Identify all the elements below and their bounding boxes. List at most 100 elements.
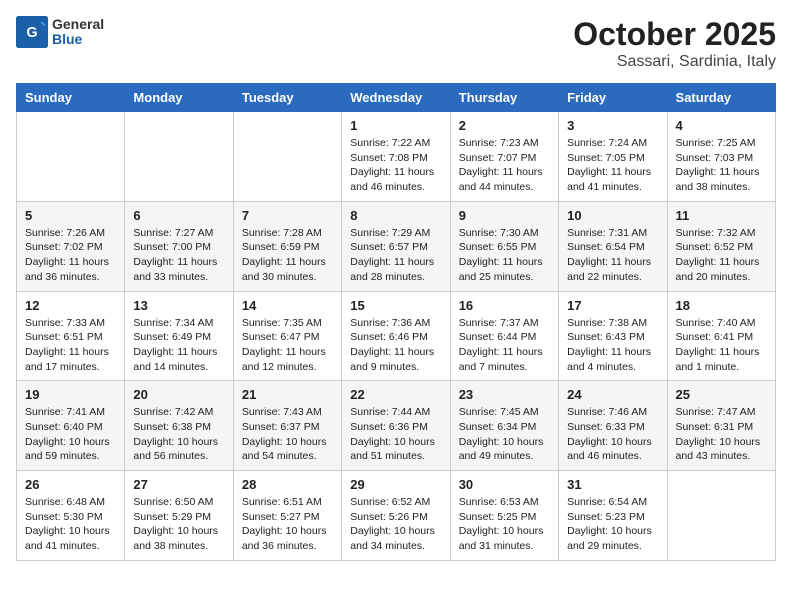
day-info: Sunrise: 7:35 AM Sunset: 6:47 PM Dayligh… (242, 316, 333, 375)
calendar-cell: 19 Sunrise: 7:41 AM Sunset: 6:40 PM Dayli… (17, 381, 125, 471)
day-info: Sunrise: 7:32 AM Sunset: 6:52 PM Dayligh… (676, 226, 767, 285)
day-number: 15 (350, 298, 441, 313)
calendar-cell: 16 Sunrise: 7:37 AM Sunset: 6:44 PM Dayli… (450, 291, 558, 381)
calendar-cell: 23 Sunrise: 7:45 AM Sunset: 6:34 PM Dayli… (450, 381, 558, 471)
day-number: 8 (350, 208, 441, 223)
day-info: Sunrise: 6:51 AM Sunset: 5:27 PM Dayligh… (242, 495, 333, 554)
day-number: 14 (242, 298, 333, 313)
calendar-cell (17, 112, 125, 202)
calendar-cell: 22 Sunrise: 7:44 AM Sunset: 6:36 PM Dayli… (342, 381, 450, 471)
day-header-sunday: Sunday (17, 84, 125, 112)
day-header-friday: Friday (559, 84, 667, 112)
calendar-week-row: 5 Sunrise: 7:26 AM Sunset: 7:02 PM Daylig… (17, 201, 776, 291)
day-number: 7 (242, 208, 333, 223)
day-info: Sunrise: 7:41 AM Sunset: 6:40 PM Dayligh… (25, 405, 116, 464)
calendar-cell: 10Sunrise: 7:31 AM Sunset: 6:54 PM Dayli… (559, 201, 667, 291)
calendar-title: October 2025 (573, 16, 776, 53)
title-block: October 2025 Sassari, Sardinia, Italy (573, 16, 776, 71)
day-info: Sunrise: 7:30 AM Sunset: 6:55 PM Dayligh… (459, 226, 550, 285)
day-number: 28 (242, 477, 333, 492)
calendar-cell: 5 Sunrise: 7:26 AM Sunset: 7:02 PM Daylig… (17, 201, 125, 291)
calendar-cell: 7Sunrise: 7:28 AM Sunset: 6:59 PM Daylig… (233, 201, 341, 291)
calendar-cell (125, 112, 233, 202)
calendar-cell: 15 Sunrise: 7:36 AM Sunset: 6:46 PM Dayli… (342, 291, 450, 381)
calendar-header-row: SundayMondayTuesdayWednesdayThursdayFrid… (17, 84, 776, 112)
calendar-cell: 21Sunrise: 7:43 AM Sunset: 6:37 PM Dayli… (233, 381, 341, 471)
day-header-wednesday: Wednesday (342, 84, 450, 112)
day-info: Sunrise: 7:22 AM Sunset: 7:08 PM Dayligh… (350, 136, 441, 195)
calendar-cell: 13Sunrise: 7:34 AM Sunset: 6:49 PM Dayli… (125, 291, 233, 381)
day-number: 2 (459, 118, 550, 133)
day-number: 22 (350, 387, 441, 402)
calendar-cell: 6 Sunrise: 7:27 AM Sunset: 7:00 PM Daylig… (125, 201, 233, 291)
calendar-cell: 31 Sunrise: 6:54 AM Sunset: 5:23 PM Dayli… (559, 471, 667, 561)
day-number: 13 (133, 298, 224, 313)
day-number: 12 (25, 298, 116, 313)
day-info: Sunrise: 7:26 AM Sunset: 7:02 PM Dayligh… (25, 226, 116, 285)
day-header-monday: Monday (125, 84, 233, 112)
day-info: Sunrise: 7:37 AM Sunset: 6:44 PM Dayligh… (459, 316, 550, 375)
calendar-cell: 3Sunrise: 7:24 AM Sunset: 7:05 PM Daylig… (559, 112, 667, 202)
day-number: 4 (676, 118, 767, 133)
day-number: 29 (350, 477, 441, 492)
day-info: Sunrise: 7:47 AM Sunset: 6:31 PM Dayligh… (676, 405, 767, 464)
calendar-week-row: 19 Sunrise: 7:41 AM Sunset: 6:40 PM Dayli… (17, 381, 776, 471)
day-info: Sunrise: 7:29 AM Sunset: 6:57 PM Dayligh… (350, 226, 441, 285)
day-number: 20 (133, 387, 224, 402)
day-info: Sunrise: 7:36 AM Sunset: 6:46 PM Dayligh… (350, 316, 441, 375)
day-info: Sunrise: 6:50 AM Sunset: 5:29 PM Dayligh… (133, 495, 224, 554)
day-info: Sunrise: 7:45 AM Sunset: 6:34 PM Dayligh… (459, 405, 550, 464)
day-info: Sunrise: 7:46 AM Sunset: 6:33 PM Dayligh… (567, 405, 658, 464)
day-info: Sunrise: 6:48 AM Sunset: 5:30 PM Dayligh… (25, 495, 116, 554)
calendar-cell: 8 Sunrise: 7:29 AM Sunset: 6:57 PM Daylig… (342, 201, 450, 291)
day-number: 3 (567, 118, 658, 133)
calendar-cell: 9 Sunrise: 7:30 AM Sunset: 6:55 PM Daylig… (450, 201, 558, 291)
day-number: 27 (133, 477, 224, 492)
logo-blue: Blue (52, 32, 104, 47)
calendar-cell: 20Sunrise: 7:42 AM Sunset: 6:38 PM Dayli… (125, 381, 233, 471)
calendar-week-row: 26Sunrise: 6:48 AM Sunset: 5:30 PM Dayli… (17, 471, 776, 561)
logo-general: General (52, 17, 104, 32)
day-info: Sunrise: 7:44 AM Sunset: 6:36 PM Dayligh… (350, 405, 441, 464)
day-number: 19 (25, 387, 116, 402)
calendar-subtitle: Sassari, Sardinia, Italy (573, 53, 776, 71)
day-number: 18 (676, 298, 767, 313)
day-number: 5 (25, 208, 116, 223)
calendar-cell: 30 Sunrise: 6:53 AM Sunset: 5:25 PM Dayli… (450, 471, 558, 561)
calendar-cell: 26Sunrise: 6:48 AM Sunset: 5:30 PM Dayli… (17, 471, 125, 561)
calendar-cell: 1Sunrise: 7:22 AM Sunset: 7:08 PM Daylig… (342, 112, 450, 202)
day-info: Sunrise: 6:53 AM Sunset: 5:25 PM Dayligh… (459, 495, 550, 554)
svg-text:G: G (26, 25, 37, 41)
calendar-table: SundayMondayTuesdayWednesdayThursdayFrid… (16, 83, 776, 561)
day-header-tuesday: Tuesday (233, 84, 341, 112)
calendar-week-row: 12Sunrise: 7:33 AM Sunset: 6:51 PM Dayli… (17, 291, 776, 381)
logo-text: General Blue (52, 17, 104, 48)
calendar-cell: 27 Sunrise: 6:50 AM Sunset: 5:29 PM Dayli… (125, 471, 233, 561)
day-info: Sunrise: 6:54 AM Sunset: 5:23 PM Dayligh… (567, 495, 658, 554)
calendar-cell: 12Sunrise: 7:33 AM Sunset: 6:51 PM Dayli… (17, 291, 125, 381)
calendar-cell (233, 112, 341, 202)
calendar-cell: 28 Sunrise: 6:51 AM Sunset: 5:27 PM Dayli… (233, 471, 341, 561)
day-number: 16 (459, 298, 550, 313)
logo: G General Blue (16, 16, 104, 48)
day-number: 17 (567, 298, 658, 313)
day-number: 6 (133, 208, 224, 223)
day-number: 23 (459, 387, 550, 402)
page-header: G General Blue October 2025 Sassari, Sar… (16, 16, 776, 71)
day-header-thursday: Thursday (450, 84, 558, 112)
day-info: Sunrise: 7:43 AM Sunset: 6:37 PM Dayligh… (242, 405, 333, 464)
day-info: Sunrise: 7:38 AM Sunset: 6:43 PM Dayligh… (567, 316, 658, 375)
calendar-cell: 14 Sunrise: 7:35 AM Sunset: 6:47 PM Dayli… (233, 291, 341, 381)
day-number: 25 (676, 387, 767, 402)
day-info: Sunrise: 7:23 AM Sunset: 7:07 PM Dayligh… (459, 136, 550, 195)
day-number: 9 (459, 208, 550, 223)
calendar-cell: 24Sunrise: 7:46 AM Sunset: 6:33 PM Dayli… (559, 381, 667, 471)
calendar-cell: 25 Sunrise: 7:47 AM Sunset: 6:31 PM Dayli… (667, 381, 775, 471)
day-info: Sunrise: 7:31 AM Sunset: 6:54 PM Dayligh… (567, 226, 658, 285)
day-number: 31 (567, 477, 658, 492)
calendar-cell: 11Sunrise: 7:32 AM Sunset: 6:52 PM Dayli… (667, 201, 775, 291)
day-info: Sunrise: 7:40 AM Sunset: 6:41 PM Dayligh… (676, 316, 767, 375)
day-number: 30 (459, 477, 550, 492)
day-info: Sunrise: 7:27 AM Sunset: 7:00 PM Dayligh… (133, 226, 224, 285)
day-info: Sunrise: 7:25 AM Sunset: 7:03 PM Dayligh… (676, 136, 767, 195)
